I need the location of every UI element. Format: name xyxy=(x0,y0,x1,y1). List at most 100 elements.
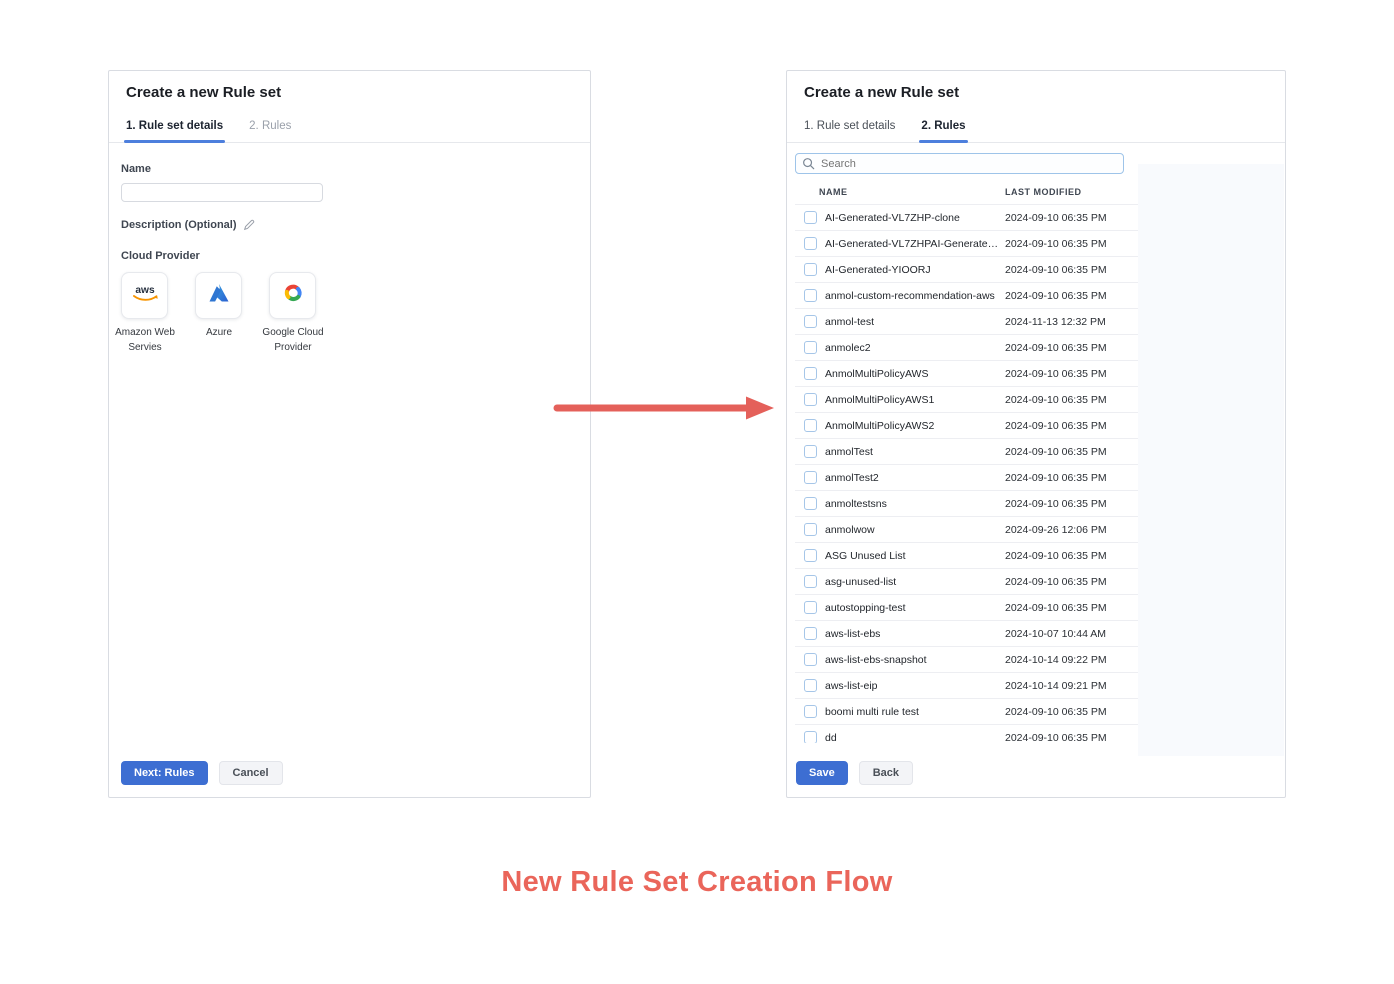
rule-last-modified: 2024-09-10 06:35 PM xyxy=(1005,498,1107,510)
row-checkbox[interactable] xyxy=(804,601,817,614)
row-checkbox[interactable] xyxy=(804,419,817,432)
rule-last-modified: 2024-09-10 06:35 PM xyxy=(1005,732,1107,744)
row-checkbox[interactable] xyxy=(804,445,817,458)
rule-name: autostopping-test xyxy=(825,602,1003,614)
dialog-body: Name Description (Optional) Cloud Provid… xyxy=(109,143,590,355)
rule-name: anmol-test xyxy=(825,316,1003,328)
name-input[interactable] xyxy=(121,183,323,202)
cloud-provider-options: aws Amazon Web Servies xyxy=(121,272,578,355)
cancel-button[interactable]: Cancel xyxy=(219,761,283,785)
rule-last-modified: 2024-09-26 12:06 PM xyxy=(1005,524,1107,536)
rule-last-modified: 2024-09-10 06:35 PM xyxy=(1005,576,1107,588)
row-checkbox[interactable] xyxy=(804,497,817,510)
azure-card[interactable] xyxy=(195,272,242,319)
rule-name: anmolTest xyxy=(825,446,1003,458)
rule-name: anmolTest2 xyxy=(825,472,1003,484)
row-checkbox[interactable] xyxy=(804,653,817,666)
dialog-title: Create a new Rule set xyxy=(787,71,1285,105)
save-button[interactable]: Save xyxy=(796,761,848,785)
gcp-card[interactable] xyxy=(269,272,316,319)
row-checkbox[interactable] xyxy=(804,263,817,276)
dialog-title: Create a new Rule set xyxy=(109,71,590,105)
name-label: Name xyxy=(121,163,578,175)
create-rule-set-dialog-step1: Create a new Rule set 1. Rule set detail… xyxy=(108,70,591,798)
edit-pencil-icon[interactable] xyxy=(243,219,255,231)
dialog-footer: Save Back xyxy=(796,761,913,785)
row-checkbox[interactable] xyxy=(804,315,817,328)
back-button[interactable]: Back xyxy=(859,761,913,785)
rule-last-modified: 2024-10-14 09:22 PM xyxy=(1005,654,1107,666)
row-checkbox[interactable] xyxy=(804,211,817,224)
rule-last-modified: 2024-09-10 06:35 PM xyxy=(1005,394,1107,406)
row-checkbox[interactable] xyxy=(804,393,817,406)
rule-last-modified: 2024-09-10 06:35 PM xyxy=(1005,368,1107,380)
rule-last-modified: 2024-09-10 06:35 PM xyxy=(1005,264,1107,276)
provider-label-gcp: Google Cloud Provider xyxy=(251,326,335,355)
row-checkbox[interactable] xyxy=(804,471,817,484)
dialog-footer: Next: Rules Cancel xyxy=(121,761,283,785)
rule-last-modified: 2024-09-10 06:35 PM xyxy=(1005,706,1107,718)
rule-last-modified: 2024-09-10 06:35 PM xyxy=(1005,550,1107,562)
rule-name: ASG Unused List xyxy=(825,550,1003,562)
rule-name: anmol-custom-recommendation-aws xyxy=(825,290,1003,302)
row-checkbox[interactable] xyxy=(804,341,817,354)
rule-name: aws-list-ebs-snapshot xyxy=(825,654,1003,666)
row-checkbox[interactable] xyxy=(804,575,817,588)
rule-name: AI-Generated-YIOORJ xyxy=(825,264,1003,276)
provider-option-gcp[interactable]: Google Cloud Provider xyxy=(269,272,317,355)
rule-name: asg-unused-list xyxy=(825,576,1003,588)
tab-rule-set-details[interactable]: 1. Rule set details xyxy=(126,113,223,142)
flow-arrow xyxy=(552,393,778,428)
rule-name: anmoltestsns xyxy=(825,498,1003,510)
next-rules-button[interactable]: Next: Rules xyxy=(121,761,208,785)
tab-bar: 1. Rule set details 2. Rules xyxy=(109,113,590,143)
search-input[interactable] xyxy=(795,153,1124,174)
rule-name: AI-Generated-VL7ZHP-clone xyxy=(825,212,1003,224)
row-checkbox[interactable] xyxy=(804,289,817,302)
rule-name: AnmolMultiPolicyAWS1 xyxy=(825,394,1003,406)
rule-last-modified: 2024-09-10 06:35 PM xyxy=(1005,472,1107,484)
search-box xyxy=(795,153,1124,174)
rule-last-modified: 2024-09-10 06:35 PM xyxy=(1005,602,1107,614)
aws-card[interactable]: aws xyxy=(121,272,168,319)
rule-name: boomi multi rule test xyxy=(825,706,1003,718)
svg-text:aws: aws xyxy=(135,285,155,296)
tab-rule-set-details[interactable]: 1. Rule set details xyxy=(804,113,895,142)
tab-rules[interactable]: 2. Rules xyxy=(921,113,965,142)
row-checkbox[interactable] xyxy=(804,705,817,718)
provider-option-azure[interactable]: Azure xyxy=(195,272,243,355)
tab-bar: 1. Rule set details 2. Rules xyxy=(787,113,1285,143)
cloud-provider-label: Cloud Provider xyxy=(121,250,578,262)
provider-label-aws: Amazon Web Servies xyxy=(103,326,187,355)
rule-name: AI-Generated-VL7ZHPAI-Generated-VL7ZHPAI… xyxy=(825,238,1003,250)
column-header-name: NAME xyxy=(819,187,1005,197)
rule-name: anmolec2 xyxy=(825,342,1003,354)
row-checkbox[interactable] xyxy=(804,523,817,536)
column-header-last-modified: LAST MODIFIED xyxy=(1005,187,1082,197)
row-checkbox[interactable] xyxy=(804,627,817,640)
tab-rules[interactable]: 2. Rules xyxy=(249,113,291,142)
create-rule-set-dialog-step2: Create a new Rule set 1. Rule set detail… xyxy=(786,70,1286,798)
row-checkbox[interactable] xyxy=(804,237,817,250)
rule-last-modified: 2024-11-13 12:32 PM xyxy=(1005,316,1106,328)
flow-caption: New Rule Set Creation Flow xyxy=(0,866,1394,899)
gcp-icon xyxy=(281,282,305,309)
row-checkbox[interactable] xyxy=(804,367,817,380)
description-label: Description (Optional) xyxy=(121,219,237,231)
rule-name: anmolwow xyxy=(825,524,1003,536)
search-icon xyxy=(802,157,815,175)
rule-last-modified: 2024-09-10 06:35 PM xyxy=(1005,342,1107,354)
row-checkbox[interactable] xyxy=(804,679,817,692)
row-checkbox[interactable] xyxy=(804,731,817,743)
row-checkbox[interactable] xyxy=(804,549,817,562)
rule-last-modified: 2024-10-14 09:21 PM xyxy=(1005,680,1107,692)
rule-name: AnmolMultiPolicyAWS2 xyxy=(825,420,1003,432)
aws-icon: aws xyxy=(128,281,162,310)
rule-name: AnmolMultiPolicyAWS xyxy=(825,368,1003,380)
rule-last-modified: 2024-09-10 06:35 PM xyxy=(1005,212,1107,224)
rule-last-modified: 2024-09-10 06:35 PM xyxy=(1005,238,1107,250)
provider-option-aws[interactable]: aws Amazon Web Servies xyxy=(121,272,169,355)
azure-icon xyxy=(207,282,231,309)
rule-name: aws-list-eip xyxy=(825,680,1003,692)
rule-last-modified: 2024-09-10 06:35 PM xyxy=(1005,290,1107,302)
